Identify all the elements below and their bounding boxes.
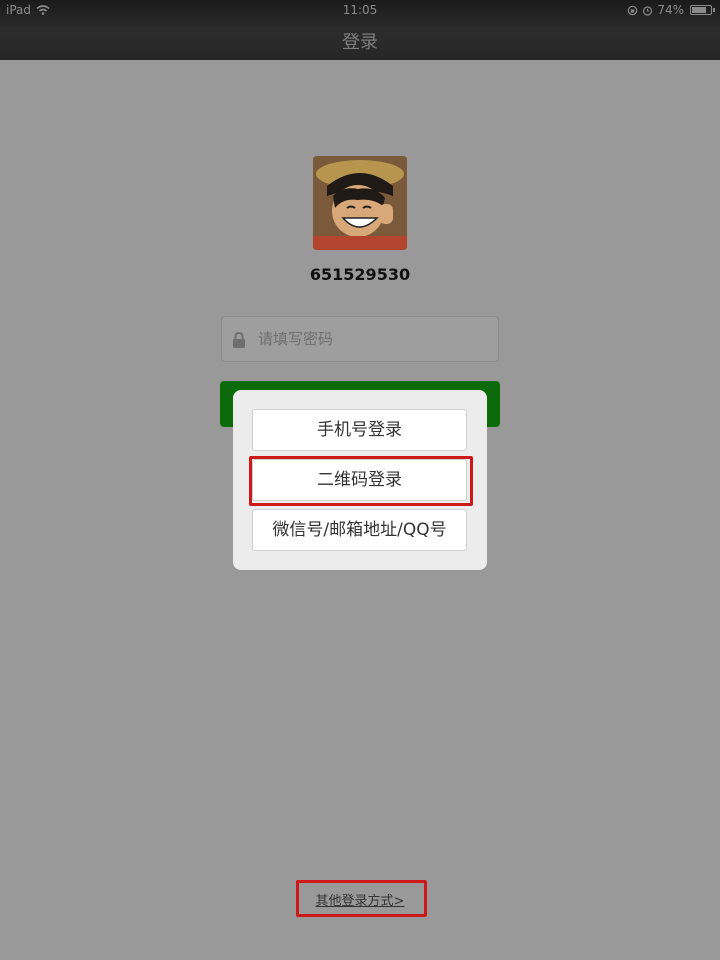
avatar-image	[313, 156, 407, 250]
alarm-icon	[643, 5, 653, 16]
account-login-button[interactable]: 微信号/邮箱地址/QQ号	[252, 509, 467, 551]
password-field[interactable]	[221, 316, 499, 362]
top-bar: iPad 11:05 74% 登录	[0, 0, 720, 60]
status-bar-right: 74%	[627, 3, 715, 17]
qr-login-highlight-box	[249, 456, 473, 506]
phone-login-button[interactable]: 手机号登录	[252, 409, 467, 451]
password-input[interactable]	[258, 317, 488, 361]
avatar	[313, 156, 407, 250]
status-time: 11:05	[342, 3, 378, 17]
battery-icon	[690, 5, 715, 15]
lock-icon	[233, 331, 245, 348]
battery-percent: 74%	[657, 3, 684, 17]
page-title: 登录	[342, 32, 378, 53]
rotation-lock-icon	[628, 5, 638, 15]
account-id: 651529530	[309, 265, 411, 284]
other-login-highlight-box	[296, 880, 427, 917]
login-screen: iPad 11:05 74% 登录 651529530 手机号登录 二维码登录 …	[0, 0, 720, 960]
